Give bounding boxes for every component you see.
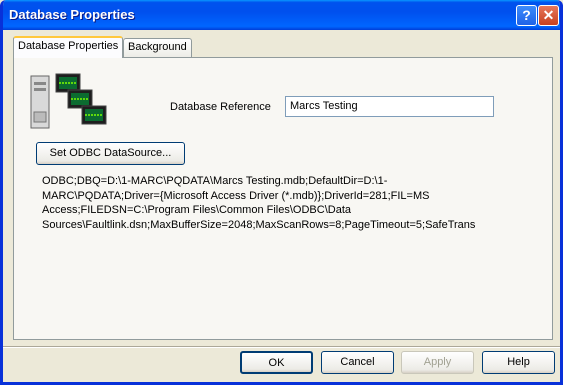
dialog-window: Database Properties ? ✕ Database Propert… — [0, 0, 563, 385]
tab-background[interactable]: Background — [123, 38, 192, 58]
close-button[interactable]: ✕ — [538, 5, 559, 26]
ok-button[interactable]: OK — [240, 351, 313, 374]
window-title: Database Properties — [9, 7, 135, 22]
footer-divider — [3, 346, 560, 348]
database-reference-input[interactable]: Marcs Testing — [285, 96, 494, 117]
apply-button[interactable]: Apply — [401, 351, 474, 374]
help-button[interactable]: Help — [482, 351, 555, 374]
set-odbc-datasource-button[interactable]: Set ODBC DataSource... — [36, 142, 185, 165]
help-title-button[interactable]: ? — [516, 5, 537, 26]
database-server-icon — [30, 73, 107, 129]
tab-database-properties[interactable]: Database Properties — [13, 36, 124, 58]
title-bar[interactable]: Database Properties ? ✕ — [3, 0, 560, 30]
database-reference-label: Database Reference — [170, 101, 271, 113]
connection-string-text: ODBC;DBQ=D:\1-MARC\PQDATA\Marcs Testing.… — [42, 175, 475, 232]
cancel-button[interactable]: Cancel — [321, 351, 394, 374]
